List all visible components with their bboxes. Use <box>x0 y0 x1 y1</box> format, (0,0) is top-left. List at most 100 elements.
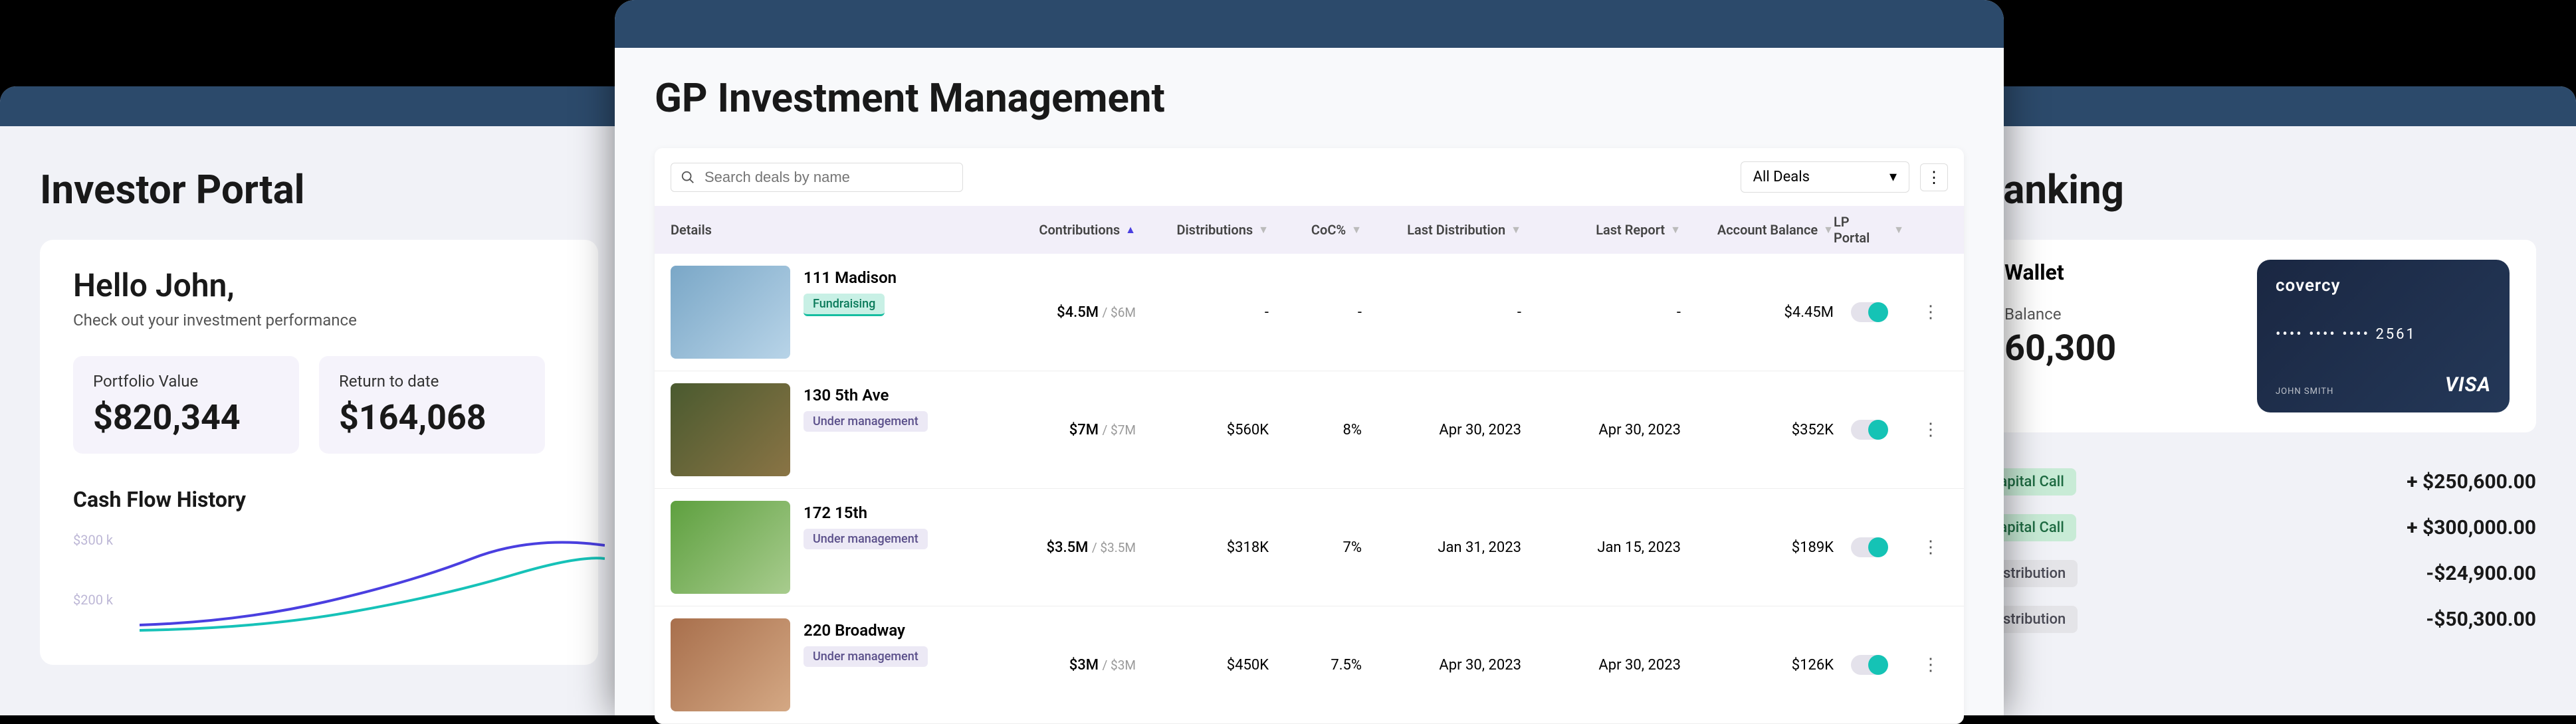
cell-contributions: $3M / $3M <box>950 657 1136 674</box>
search-box[interactable] <box>671 163 963 192</box>
deal-row[interactable]: 220 Broadway Under management $3M / $3M … <box>655 606 1964 724</box>
deals-header-row: Details Contributions▲ Distributions▼ Co… <box>655 206 1964 254</box>
balance-value: 60,300 <box>2004 327 2116 369</box>
lp-portal-toggle[interactable] <box>1851 655 1887 675</box>
cell-distributions: $450K <box>1136 657 1269 674</box>
card-number: •••• •••• •••• 2561 <box>2276 326 2491 343</box>
cell-distributions: $560K <box>1136 422 1269 438</box>
sort-icon: ▼ <box>1511 223 1521 236</box>
investor-portal-title: Investor Portal <box>40 166 598 213</box>
col-last-report[interactable]: Last Report▼ <box>1521 222 1681 238</box>
banking-panel: Banking Wallet Balance 60,300 covercy ••… <box>1938 86 2576 715</box>
sort-icon: ▼ <box>1893 223 1904 236</box>
payment-card[interactable]: covercy •••• •••• •••• 2561 JOHN SMITH V… <box>2257 260 2510 412</box>
deal-thumbnail[interactable] <box>671 383 790 476</box>
cell-balance: $126K <box>1681 657 1834 674</box>
panel-header-bar <box>615 0 2004 48</box>
row-more-button[interactable]: ⋮ <box>1904 420 1957 440</box>
lp-portal-toggle[interactable] <box>1851 302 1887 322</box>
cell-last-report: Apr 30, 2023 <box>1521 657 1681 674</box>
deal-status-badge: Under management <box>804 529 928 549</box>
cell-distributions: $318K <box>1136 539 1269 556</box>
col-coc[interactable]: CoC%▼ <box>1269 222 1362 238</box>
card-holder-name: JOHN SMITH <box>2276 387 2333 397</box>
lp-portal-toggle[interactable] <box>1851 420 1887 440</box>
transactions-list: Capital Call + $250,600.00 Capital Call … <box>1978 459 2536 642</box>
transaction-row[interactable]: Capital Call + $300,000.00 <box>1978 505 2536 551</box>
transaction-row[interactable]: Capital Call + $250,600.00 <box>1978 459 2536 505</box>
row-more-button[interactable]: ⋮ <box>1904 537 1957 557</box>
col-lp-portal[interactable]: LP Portal▼ <box>1834 214 1904 246</box>
lp-portal-toggle[interactable] <box>1851 537 1887 557</box>
transaction-amount: + $250,600.00 <box>2407 470 2536 494</box>
hello-card: Hello John, Check out your investment pe… <box>40 240 598 665</box>
row-more-button[interactable]: ⋮ <box>1904 302 1957 322</box>
cell-last-distribution: Apr 30, 2023 <box>1362 657 1521 674</box>
chart-title: Cash Flow History <box>73 487 565 512</box>
sort-asc-icon: ▲ <box>1125 223 1136 236</box>
deal-thumbnail[interactable] <box>671 501 790 594</box>
chart-y-tick: $300 k <box>73 532 113 548</box>
toolbar-more-button[interactable]: ⋮ <box>1920 163 1948 191</box>
cell-last-report: Jan 15, 2023 <box>1521 539 1681 556</box>
greeting-text: Hello John, <box>73 266 565 304</box>
deal-name: 130 5th Ave <box>804 386 928 405</box>
search-input[interactable] <box>704 169 953 186</box>
transaction-amount: -$24,900.00 <box>2426 562 2536 585</box>
cell-coc: 7.5% <box>1269 657 1362 674</box>
cell-coc: 8% <box>1269 422 1362 438</box>
sort-icon: ▼ <box>1823 223 1834 236</box>
deal-row[interactable]: 172 15th Under management $3.5M / $3.5M … <box>655 489 1964 606</box>
cash-flow-chart: $300 k $200 k <box>73 532 565 638</box>
search-icon <box>681 170 695 185</box>
deal-status-badge: Under management <box>804 411 928 432</box>
filter-label: All Deals <box>1753 169 1810 185</box>
visa-logo: VISA <box>2445 373 2491 397</box>
row-more-button[interactable]: ⋮ <box>1904 655 1957 675</box>
deal-status-badge: Under management <box>804 646 928 667</box>
sort-icon: ▼ <box>1258 223 1269 236</box>
cell-last-distribution: Apr 30, 2023 <box>1362 422 1521 438</box>
cell-coc: 7% <box>1269 539 1362 556</box>
card-brand-logo: covercy <box>2276 276 2491 296</box>
cell-balance: $4.45M <box>1681 304 1834 321</box>
cell-last-distribution: Jan 31, 2023 <box>1362 539 1521 556</box>
panel-header-bar <box>0 86 638 126</box>
greeting-subtitle: Check out your investment performance <box>73 311 565 329</box>
col-last-distribution[interactable]: Last Distribution▼ <box>1362 222 1521 238</box>
deal-name: 220 Broadway <box>804 621 928 640</box>
metric-return-to-date: Return to date $164,068 <box>319 356 545 454</box>
deals-toolbar: All Deals ▾ ⋮ <box>655 148 1964 206</box>
chart-svg <box>140 539 605 632</box>
deal-thumbnail[interactable] <box>671 618 790 711</box>
deals-body: 111 Madison Fundraising $4.5M / $6M - - … <box>655 254 1964 724</box>
deal-row[interactable]: 111 Madison Fundraising $4.5M / $6M - - … <box>655 254 1964 371</box>
cell-distributions: - <box>1136 304 1269 321</box>
gp-management-panel: GP Investment Management All Deals ▾ ⋮ D… <box>615 0 2004 715</box>
col-distributions[interactable]: Distributions▼ <box>1136 222 1269 238</box>
cell-last-report: Apr 30, 2023 <box>1521 422 1681 438</box>
wallet-card: Wallet Balance 60,300 covercy •••• •••• … <box>1978 240 2536 432</box>
transaction-amount: -$50,300.00 <box>2426 608 2536 631</box>
gp-title: GP Investment Management <box>655 74 1964 122</box>
deal-name: 111 Madison <box>804 268 897 287</box>
wallet-title: Wallet <box>2004 260 2116 285</box>
cell-last-report: - <box>1521 304 1681 321</box>
transaction-row[interactable]: Distribution -$24,900.00 <box>1978 551 2536 596</box>
metric-label: Return to date <box>339 372 525 391</box>
transaction-row[interactable]: Distribution -$50,300.00 <box>1978 596 2536 642</box>
deal-name: 172 15th <box>804 503 928 522</box>
col-account-balance[interactable]: Account Balance▼ <box>1681 222 1834 238</box>
sort-icon: ▼ <box>1670 223 1681 236</box>
cell-contributions: $7M / $7M <box>950 422 1136 438</box>
filter-deals-select[interactable]: All Deals ▾ <box>1741 161 1909 193</box>
balance-label: Balance <box>2004 305 2116 323</box>
chart-y-tick: $200 k <box>73 592 113 608</box>
cell-contributions: $3.5M / $3.5M <box>950 539 1136 556</box>
metric-value: $164,068 <box>339 397 525 438</box>
deal-thumbnail[interactable] <box>671 266 790 359</box>
deals-card: All Deals ▾ ⋮ Details Contributions▲ Dis… <box>655 148 1964 724</box>
deal-row[interactable]: 130 5th Ave Under management $7M / $7M $… <box>655 371 1964 489</box>
col-contributions[interactable]: Contributions▲ <box>950 222 1136 238</box>
deal-status-badge: Fundraising <box>804 294 885 316</box>
